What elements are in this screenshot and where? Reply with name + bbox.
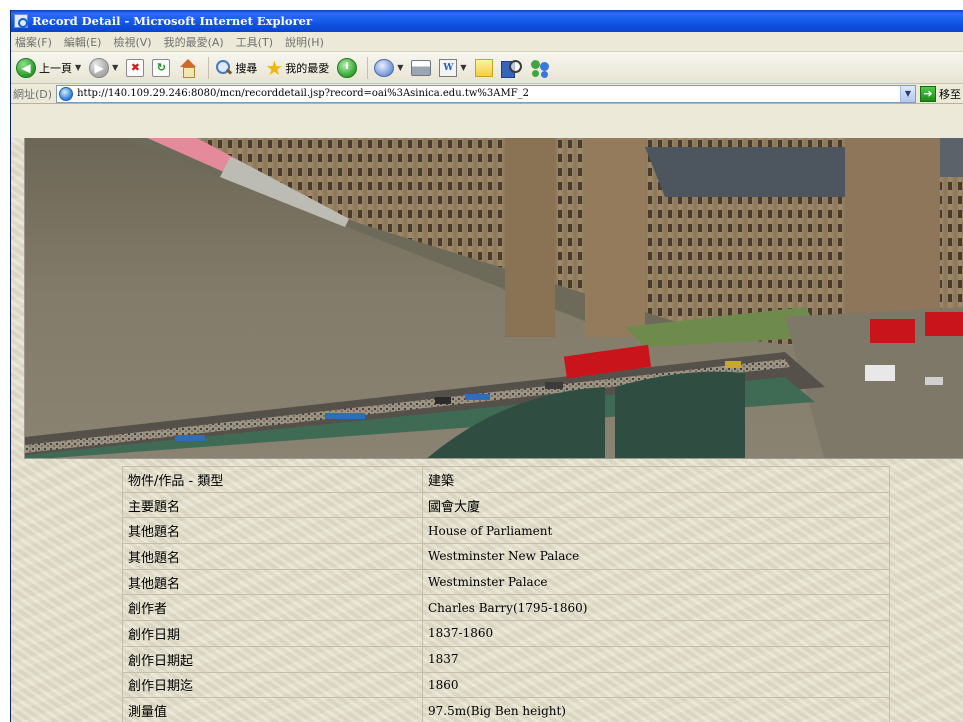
address-label: 網址(D)	[13, 87, 53, 101]
mail-button[interactable]: ▼	[372, 55, 405, 81]
red-bus	[870, 319, 915, 343]
field-label: 物件/作品 - 類型	[122, 466, 423, 493]
field-label: 主要題名	[122, 491, 423, 519]
search-label: 搜尋	[235, 61, 258, 75]
research-button[interactable]	[499, 55, 523, 81]
address-url[interactable]: http://140.109.29.246:8080/mcn/recorddet…	[77, 88, 900, 99]
table-row: 其他題名 Westminster New Palace	[122, 543, 890, 570]
go-label: 移至	[939, 87, 961, 101]
stop-button[interactable]: ✖	[124, 55, 146, 81]
address-dropdown-icon[interactable]: ▼	[900, 85, 915, 102]
toolbar: ◀ 上一頁 ▼ ▶ ▼ ✖ ↻ 搜尋 ★ 我的最愛 ▼ W ▼	[11, 52, 963, 84]
field-value: Westminster New Palace	[422, 543, 890, 570]
menu-tools[interactable]: 工具(T)	[236, 34, 273, 50]
field-value: 建築	[422, 466, 890, 493]
toolbar-separator	[367, 56, 369, 79]
messenger-button[interactable]	[527, 55, 553, 81]
home-button[interactable]	[176, 55, 200, 81]
field-value: Charles Barry(1795-1860)	[422, 594, 890, 622]
forward-button[interactable]: ▶ ▼	[87, 55, 120, 81]
toolbar-separator	[208, 56, 210, 79]
internet-explorer-icon	[14, 14, 28, 28]
browser-window: Record Detail - Microsoft Internet Explo…	[10, 10, 963, 722]
table-row: 測量值 97.5m(Big Ben height)	[122, 697, 890, 722]
history-icon	[337, 57, 358, 78]
mail-icon	[374, 58, 395, 77]
go-arrow-icon: ➜	[920, 85, 936, 102]
menu-view[interactable]: 檢視(V)	[113, 34, 151, 50]
home-icon	[178, 58, 198, 78]
field-value: 1860	[422, 671, 890, 699]
field-label: 創作日期	[122, 620, 423, 647]
word-edit-icon: W	[439, 58, 458, 77]
field-label: 創作者	[122, 594, 423, 622]
back-dropdown-icon[interactable]: ▼	[75, 63, 81, 72]
history-button[interactable]	[335, 55, 359, 81]
forward-arrow-icon: ▶	[89, 57, 110, 78]
field-label: 其他題名	[122, 517, 423, 545]
search-button[interactable]: 搜尋	[213, 55, 259, 81]
field-label: 其他題名	[122, 568, 423, 596]
address-input[interactable]: http://140.109.29.246:8080/mcn/recorddet…	[56, 84, 916, 103]
back-label: 上一頁	[39, 61, 72, 75]
field-label: 創作日期起	[122, 645, 423, 673]
field-value: Westminster Palace	[422, 568, 890, 596]
field-value: House of Parliament	[422, 517, 890, 545]
table-row: 主要題名 國會大廈	[122, 491, 890, 519]
page-icon	[59, 86, 74, 101]
back-button[interactable]: ◀ 上一頁 ▼	[14, 55, 83, 81]
favorites-label: 我的最愛	[285, 61, 330, 75]
parliament-photo	[24, 138, 963, 459]
printer-icon	[411, 59, 432, 76]
window-title: Record Detail - Microsoft Internet Explo…	[32, 14, 313, 28]
note-icon	[474, 58, 493, 77]
forward-dropdown-icon[interactable]: ▼	[112, 63, 118, 72]
favorites-button[interactable]: ★ 我的最愛	[263, 55, 331, 81]
mail-dropdown-icon[interactable]: ▼	[397, 63, 403, 72]
page-content: 物件/作品 - 類型 建築 主要題名 國會大廈 其他題名 House of Parliam…	[11, 138, 963, 722]
table-row: 創作日期迄 1860	[122, 671, 890, 699]
back-arrow-icon: ◀	[16, 57, 36, 78]
menu-file[interactable]: 檔案(F)	[15, 34, 52, 50]
research-icon	[500, 59, 522, 78]
menu-bar: 檔案(F) 編輯(E) 檢視(V) 我的最愛(A) 工具(T) 說明(H)	[11, 32, 963, 52]
table-row: 創作者 Charles Barry(1795-1860)	[122, 594, 890, 622]
edit-dropdown-icon[interactable]: ▼	[460, 63, 466, 72]
menu-edit[interactable]: 編輯(E)	[64, 34, 102, 50]
field-label: 創作日期迄	[122, 671, 423, 699]
print-button[interactable]	[409, 55, 433, 81]
table-row: 其他題名 House of Parliament	[122, 517, 890, 545]
record-table: 物件/作品 - 類型 建築 主要題名 國會大廈 其他題名 House of Parliam…	[122, 466, 890, 722]
title-bar[interactable]: Record Detail - Microsoft Internet Explo…	[11, 10, 963, 32]
stop-icon: ✖	[126, 58, 145, 77]
red-bus	[925, 312, 963, 336]
field-label: 測量值	[122, 697, 423, 722]
field-value: 1837	[422, 645, 890, 673]
edit-button[interactable]: W ▼	[437, 55, 468, 81]
discuss-button[interactable]	[473, 55, 495, 81]
address-bar: 網址(D) http://140.109.29.246:8080/mcn/rec…	[11, 84, 963, 104]
menu-help[interactable]: 說明(H)	[285, 34, 324, 50]
field-value: 1837-1860	[422, 620, 890, 647]
field-value: 國會大廈	[422, 491, 890, 519]
refresh-button[interactable]: ↻	[150, 55, 172, 81]
refresh-icon: ↻	[152, 58, 171, 77]
star-icon: ★	[265, 55, 284, 80]
menu-favorites[interactable]: 我的最愛(A)	[164, 34, 224, 50]
go-button[interactable]: ➜ 移至	[916, 85, 963, 102]
table-row: 物件/作品 - 類型 建築	[122, 466, 890, 493]
field-value: 97.5m(Big Ben height)	[422, 697, 890, 722]
table-row: 創作日期 1837-1860	[122, 620, 890, 647]
table-row: 創作日期起 1837	[122, 645, 890, 673]
search-icon	[215, 59, 233, 77]
field-label: 其他題名	[122, 543, 423, 570]
messenger-icon	[529, 59, 551, 77]
table-row: 其他題名 Westminster Palace	[122, 568, 890, 596]
